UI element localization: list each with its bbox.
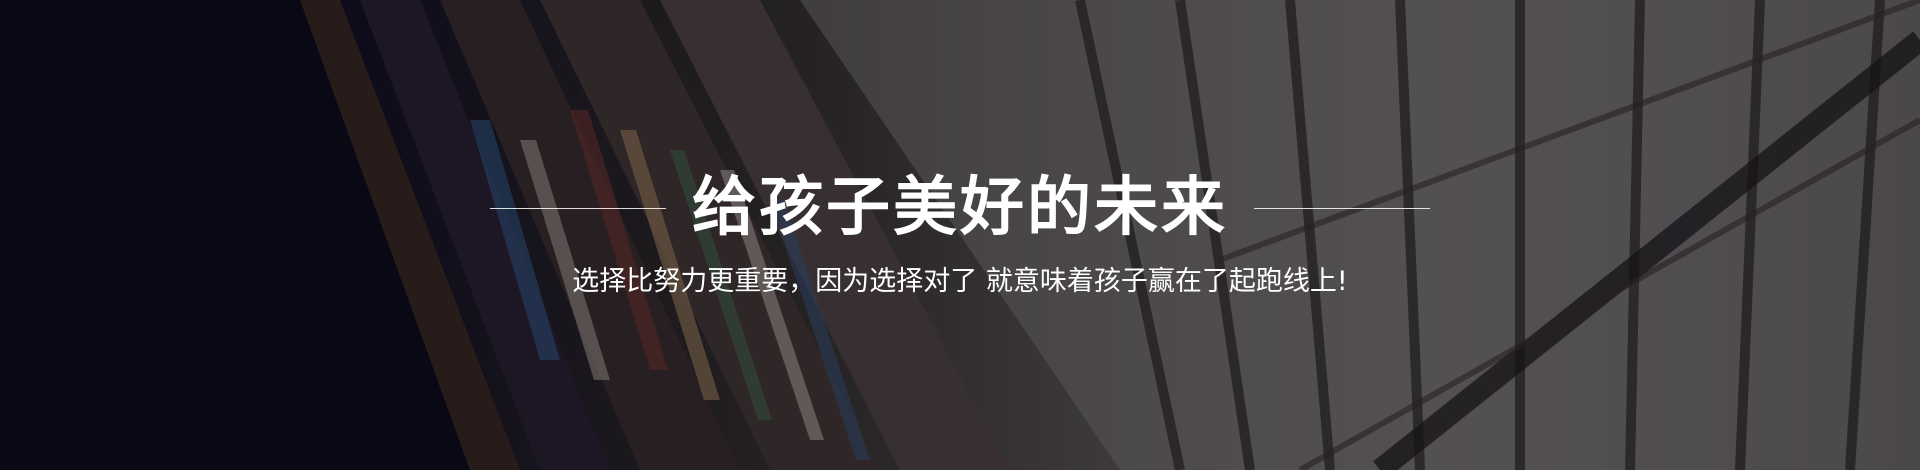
headline-row: 给孩子美好的未来	[0, 163, 1920, 253]
headline-subtitle: 选择比努力更重要，因为选择对了 就意味着孩子赢在了起跑线上!	[572, 266, 1348, 297]
headline-left-divider	[490, 207, 666, 209]
hero-banner: 给孩子美好的未来 选择比努力更重要，因为选择对了 就意味着孩子赢在了起跑线上!	[0, 0, 1920, 470]
headline-title: 给孩子美好的未来	[692, 171, 1228, 245]
headline-right-divider	[1254, 207, 1430, 209]
